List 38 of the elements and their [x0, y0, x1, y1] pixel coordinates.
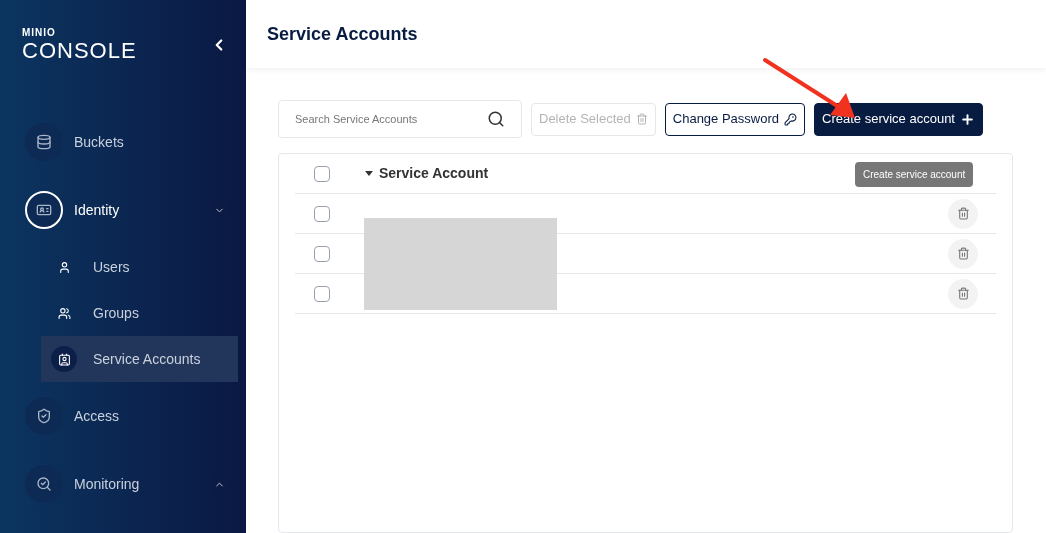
database-icon: [36, 134, 52, 150]
logo-text: MINIO: [22, 28, 57, 38]
search-icon: [487, 110, 505, 128]
checkbox[interactable]: [314, 245, 330, 262]
magnifier-icon: [36, 476, 52, 492]
id-card-icon: [36, 202, 52, 218]
key-icon: [784, 112, 797, 126]
nav-item[interactable]: Access: [74, 405, 226, 427]
nav-item[interactable]: Identity: [74, 199, 212, 221]
checkbox[interactable]: [314, 205, 330, 222]
delete-row-button[interactable]: [948, 278, 978, 309]
trash-icon: [956, 247, 970, 260]
delete-row-button[interactable]: [948, 198, 978, 229]
nav-subitem[interactable]: Service Accounts: [41, 336, 238, 382]
plus-icon: [959, 111, 975, 127]
nav-item[interactable]: Monitoring: [74, 473, 212, 495]
users-icon: [57, 306, 71, 320]
delete-row-button[interactable]: [948, 238, 978, 269]
nav-subitem[interactable]: Users: [41, 244, 238, 290]
contact-card-icon: [57, 352, 71, 366]
tooltip: Create service account: [855, 162, 974, 187]
change-password-button[interactable]: Change Password: [664, 102, 805, 136]
search-input[interactable]: Search Service Accounts: [295, 110, 487, 128]
sort-caret-icon[interactable]: [365, 171, 373, 176]
logo-text: CONSOLE: [22, 40, 137, 62]
user-icon: [57, 260, 71, 274]
column-header[interactable]: Service Account: [379, 163, 489, 184]
create-button[interactable]: Create service account: [814, 102, 983, 136]
page-title: Service Accounts: [267, 22, 418, 46]
trash-icon: [635, 113, 648, 125]
shield-icon: [36, 408, 52, 424]
trash-icon: [956, 207, 970, 220]
checkbox[interactable]: [314, 285, 330, 302]
nav-subitem[interactable]: Groups: [41, 290, 238, 336]
nav-item[interactable]: Buckets: [74, 131, 226, 153]
trash-icon: [956, 287, 970, 300]
search-field[interactable]: Search Service Accounts: [278, 100, 522, 138]
checkbox[interactable]: [314, 165, 330, 182]
